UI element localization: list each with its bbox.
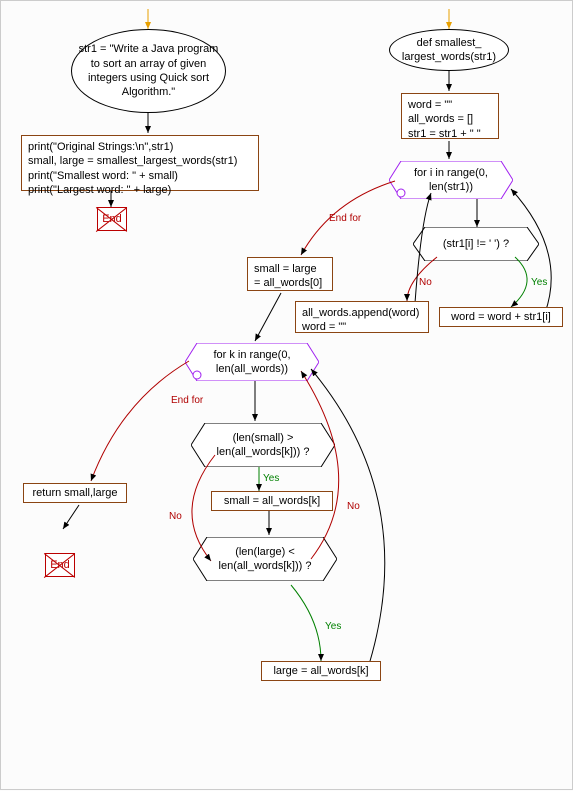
print-line: small, large = smallest_largest_words(st… [28,154,252,168]
init-line: str1 = str1 + " " [408,127,492,141]
cond3-yes-block: large = all_words[k] [261,661,381,681]
cond3-text: (len(large) < len(all_words[k])) ? [219,545,312,574]
cond2-node: (len(small) > len(all_words[k])) ? [191,423,335,467]
cond1-yes-text: word = word + str1[i] [451,310,551,324]
cond1-yes-label: Yes [531,277,547,288]
start-node-text: str1 = "Write a Java program to sort an … [78,42,219,99]
cond2-yes-label: Yes [263,473,279,484]
func-def-text: def smallest_ largest_words(str1) [402,36,496,65]
small-large-init: small = large = all_words[0] [247,257,333,291]
print-block: print("Original Strings:\n",str1) small,… [21,135,259,191]
cond2-no-label: No [169,511,182,522]
loop1-node: for i in range(0, len(str1)) [389,161,513,199]
end-node-left: End [97,207,127,231]
cond2-yes-text: small = all_words[k] [224,494,320,508]
end-for-label-2: End for [171,395,203,406]
end-node-right: End [45,553,75,577]
cond3-no-label: No [347,501,360,512]
cond3-yes-text: large = all_words[k] [273,664,368,678]
cond2-text: (len(small) > len(all_words[k])) ? [217,431,310,460]
print-line: print("Original Strings:\n",str1) [28,140,252,154]
cond1-no-line: word = "" [302,320,422,334]
init-line: all_words = [] [408,112,492,126]
print-line: print("Largest word: " + large) [28,183,252,197]
loop2-text: for k in range(0, len(all_words)) [213,348,290,377]
cond1-no-label: No [419,277,432,288]
loop2-node: for k in range(0, len(all_words)) [185,343,319,381]
cond2-yes-block: small = all_words[k] [211,491,333,511]
loop1-text: for i in range(0, len(str1)) [414,166,488,195]
sl-line: = all_words[0] [254,276,326,290]
cond3-node: (len(large) < len(all_words[k])) ? [193,537,337,581]
end-for-label-1: End for [329,213,361,224]
init-block: word = "" all_words = [] str1 = str1 + "… [401,93,499,139]
return-text: return small,large [33,486,118,500]
cond1-no-line: all_words.append(word) [302,306,422,320]
start-node-str1: str1 = "Write a Java program to sort an … [71,29,226,113]
print-line: print("Smallest word: " + small) [28,169,252,183]
sl-line: small = large [254,262,326,276]
cond1-no-block: all_words.append(word) word = "" [295,301,429,333]
return-block: return small,large [23,483,127,503]
cond1-node: (str1[i] != ' ') ? [413,227,539,261]
cond1-yes-block: word = word + str1[i] [439,307,563,327]
func-def-node: def smallest_ largest_words(str1) [389,29,509,71]
cond3-yes-label: Yes [325,621,341,632]
cond1-text: (str1[i] != ' ') ? [443,237,509,251]
init-line: word = "" [408,98,492,112]
